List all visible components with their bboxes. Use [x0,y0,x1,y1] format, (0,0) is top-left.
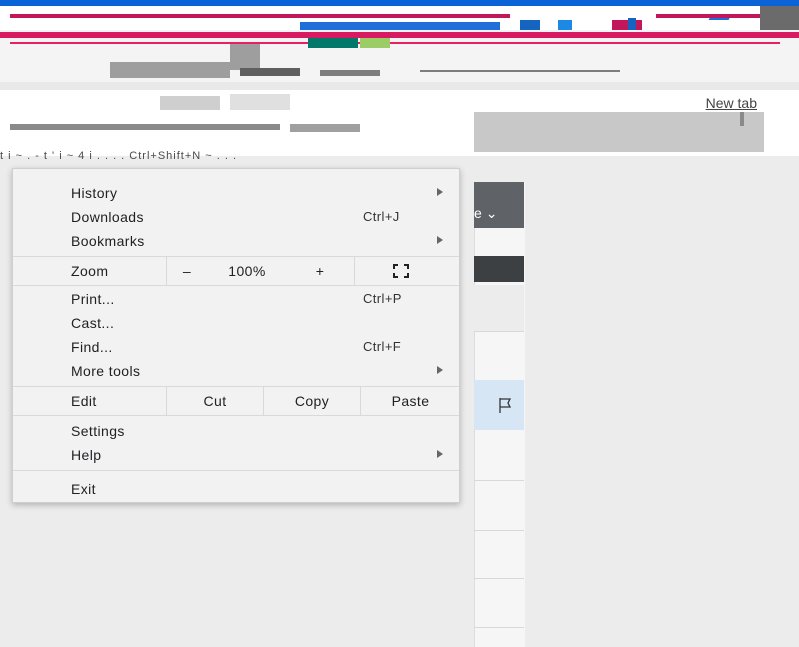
menu-item-settings[interactable]: Settings [13,419,459,442]
zoom-level: 100% [228,263,266,279]
dropdown-fragment[interactable]: e ⌄ [474,205,497,222]
edit-row: Edit Cut Copy Paste [13,387,459,415]
new-tab-label[interactable]: New tab [706,95,757,111]
divider [474,578,524,579]
menu-item-history[interactable]: History [13,181,459,204]
divider [474,530,524,531]
paste-button[interactable]: Paste [360,387,460,415]
divider [474,480,524,481]
list-item[interactable] [474,285,524,332]
chevron-right-icon [437,450,443,458]
new-tab-area [0,90,799,113]
fullscreen-icon [393,264,409,278]
close-icon[interactable] [708,8,736,20]
tab-strip [0,30,799,90]
menu-item-print[interactable]: Print... Ctrl+P [13,287,459,310]
menu-item-downloads[interactable]: Downloads Ctrl+J [13,205,459,228]
menu-item-help[interactable]: Help [13,443,459,466]
menu-separator [13,470,459,471]
menu-item-find[interactable]: Find... Ctrl+F [13,335,459,358]
flag-icon[interactable] [497,396,515,414]
menu-separator [13,415,459,416]
shortcut-hint-text: t i ~ . - t ' i ~ 4 i . . . . Ctrl+Shift… [0,150,238,162]
chrome-main-menu: History Downloads Ctrl+J Bookmarks Zoom … [12,168,460,503]
cut-button[interactable]: Cut [166,387,263,415]
menu-separator [13,285,459,286]
zoom-in-button[interactable]: + [287,257,353,285]
chevron-right-icon [437,236,443,244]
fullscreen-button[interactable] [354,257,460,285]
chevron-down-icon: ⌄ [485,205,498,221]
menu-item-cast[interactable]: Cast... [13,311,459,334]
chevron-right-icon [437,188,443,196]
copy-button[interactable]: Copy [263,387,360,415]
zoom-row: Zoom – 100% + [13,257,459,285]
divider [474,627,524,628]
page-header-strip [474,256,524,282]
title-bar [0,0,799,34]
zoom-out-button[interactable]: – [166,257,207,285]
chevron-right-icon [437,366,443,374]
menu-item-bookmarks[interactable]: Bookmarks [13,229,459,252]
menu-item-more-tools[interactable]: More tools [13,359,459,382]
menu-item-exit[interactable]: Exit [13,477,459,500]
